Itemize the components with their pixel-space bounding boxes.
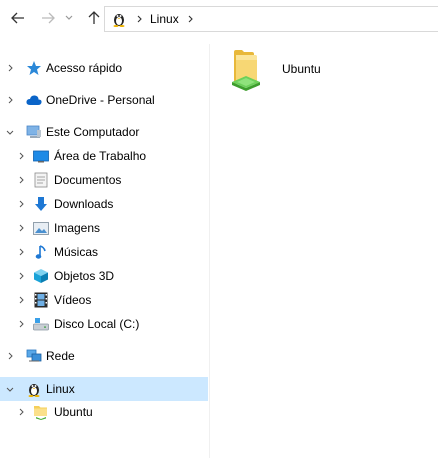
file-explorer-window: Linux Acesso rápido OneDrive - Personal … [0,0,438,458]
nav-item-3d-objects[interactable]: Objetos 3D [0,265,208,287]
cube-3d-icon [33,268,49,284]
nav-item-label: Este Computador [46,125,140,139]
file-item-ubuntu[interactable]: Ubuntu [228,48,338,98]
linux-distro-folder-icon [33,404,49,420]
nav-item-label: Vídeos [54,293,92,307]
file-item-label: Ubuntu [282,62,321,76]
nav-item-label: Disco Local (C:) [54,317,140,331]
chevron-right-icon[interactable] [6,95,14,105]
chevron-right-icon[interactable] [6,351,14,361]
forward-arrow-icon [42,12,55,24]
chevron-down-icon[interactable] [6,384,14,394]
nav-item-label: Acesso rápido [46,61,123,75]
chevron-down-icon[interactable] [6,127,14,137]
chevron-right-icon[interactable] [17,151,25,161]
chevron-right-icon[interactable] [17,175,25,185]
content-pane: Ubuntu [210,44,438,458]
chevron-right-icon[interactable] [17,319,25,329]
documents-icon [33,172,49,188]
nav-item-downloads[interactable]: Downloads [0,193,208,215]
breadcrumb-linux[interactable]: Linux [150,12,179,26]
forward-button[interactable] [38,8,58,28]
nav-item-desktop[interactable]: Área de Trabalho [0,145,208,167]
navigation-bar: Linux [0,0,438,38]
nav-item-music[interactable]: Músicas [0,241,208,263]
hard-drive-icon [33,316,49,332]
nav-item-onedrive[interactable]: OneDrive - Personal [0,89,208,111]
navigation-pane: Acesso rápido OneDrive - Personal Este C… [0,44,210,458]
nav-item-documents[interactable]: Documentos [0,169,208,191]
back-arrow-icon [11,12,24,24]
film-strip-icon [33,292,49,308]
computer-icon [26,124,42,140]
download-arrow-icon [33,196,49,212]
back-button[interactable] [8,8,28,28]
nav-item-label: Downloads [54,197,114,211]
chevron-right-icon[interactable] [6,63,14,73]
recent-locations-button[interactable] [62,8,76,28]
nav-item-videos[interactable]: Vídeos [0,289,208,311]
nav-item-label: OneDrive - Personal [46,93,155,107]
nav-item-ubuntu[interactable]: Ubuntu [0,401,208,423]
nav-item-local-disk[interactable]: Disco Local (C:) [0,313,208,335]
star-icon [26,60,42,76]
chevron-right-icon[interactable] [17,199,25,209]
desktop-icon [33,148,49,164]
breadcrumb-separator-icon[interactable] [187,11,195,27]
chevron-right-icon[interactable] [17,247,25,257]
nav-item-pictures[interactable]: Imagens [0,217,208,239]
nav-item-label: Linux [46,382,75,396]
nav-item-linux[interactable]: Linux [0,377,208,401]
address-bar[interactable]: Linux [104,6,438,32]
linux-distro-folder-icon [228,48,262,92]
nav-item-label: Rede [46,349,75,363]
up-button[interactable] [84,8,104,28]
nav-item-this-pc[interactable]: Este Computador [0,121,208,143]
cloud-icon [26,92,42,108]
chevron-right-icon[interactable] [17,407,25,417]
nav-item-label: Área de Trabalho [54,149,147,163]
music-note-icon [33,244,49,260]
chevron-down-icon [65,15,73,20]
pictures-icon [33,220,49,236]
nav-item-label: Objetos 3D [54,269,115,283]
network-icon [26,348,42,364]
nav-item-network[interactable]: Rede [0,345,208,367]
nav-item-quick-access[interactable]: Acesso rápido [0,57,208,79]
nav-item-label: Imagens [54,221,101,235]
chevron-right-icon[interactable] [17,223,25,233]
breadcrumb-separator-icon[interactable] [135,11,143,27]
chevron-right-icon[interactable] [17,295,25,305]
chevron-right-icon[interactable] [17,271,25,281]
up-arrow-icon [88,11,100,24]
linux-tux-icon [111,11,127,27]
nav-item-label: Documentos [54,173,122,187]
linux-tux-icon [26,381,42,397]
nav-item-label: Ubuntu [54,405,93,419]
nav-item-label: Músicas [54,245,99,259]
